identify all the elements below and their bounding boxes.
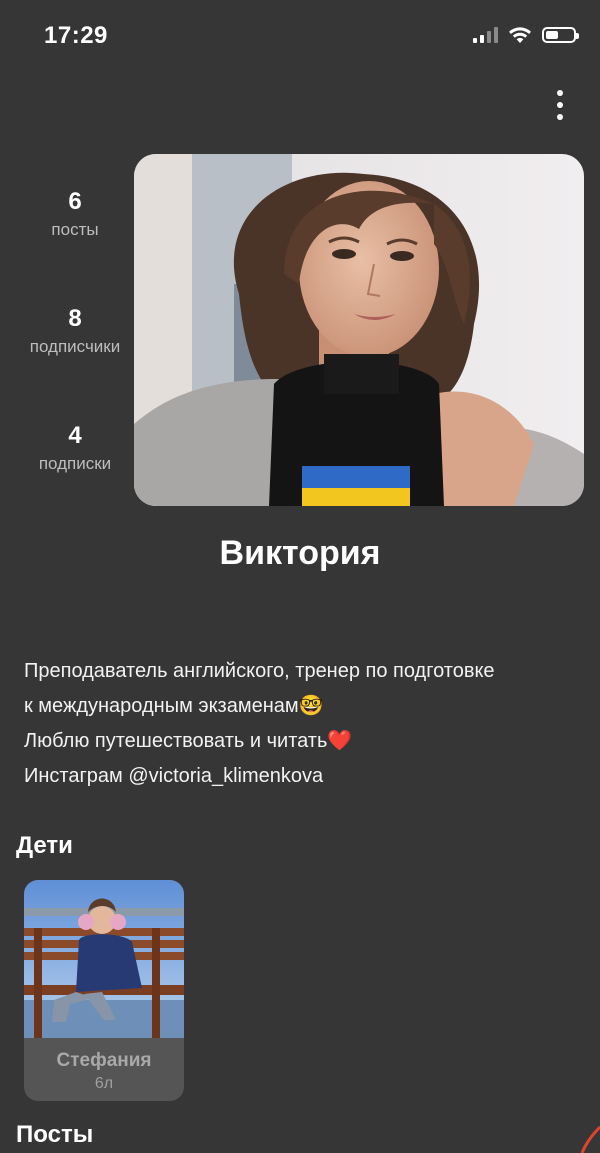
- wifi-icon: [509, 27, 531, 43]
- profile-bio: Преподаватель английского, тренер по под…: [24, 654, 584, 794]
- followers-label: подписчики: [29, 337, 121, 356]
- child-card[interactable]: Стефания 6л: [24, 880, 184, 1101]
- battery-icon: [542, 27, 579, 43]
- cellular-signal-icon: [473, 27, 498, 43]
- posts-count: 6: [68, 188, 82, 215]
- bio-line: Люблю путешествовать и читать❤️: [24, 730, 353, 752]
- stat-posts[interactable]: 6 посты: [0, 188, 150, 240]
- bio-line: к международным экзаменам🤓: [24, 695, 324, 717]
- child-name: Стефания: [56, 1050, 152, 1071]
- profile-name: Виктория: [219, 534, 381, 572]
- profile-photo[interactable]: [134, 154, 584, 506]
- bio-line: Преподаватель английского, тренер по под…: [24, 660, 495, 682]
- child-photo: [24, 880, 184, 1038]
- child-age: 6л: [94, 1075, 114, 1092]
- following-count: 4: [68, 422, 82, 449]
- stat-followers[interactable]: 8 подписчики: [0, 305, 150, 357]
- accent-curve: [580, 1125, 600, 1153]
- status-bar: 17:29: [0, 0, 600, 72]
- posts-section-title: Посты: [16, 1121, 94, 1148]
- following-label: подписки: [38, 454, 112, 473]
- status-time: 17:29: [44, 22, 108, 49]
- bio-line[interactable]: Инстаграм @victoria_klimenkova: [24, 759, 584, 794]
- status-icons: [473, 26, 579, 44]
- children-section-title: Дети: [16, 832, 73, 859]
- more-vertical-icon: [557, 90, 563, 96]
- stat-following[interactable]: 4 подписки: [0, 422, 150, 474]
- more-options-button[interactable]: [550, 90, 570, 120]
- posts-label: посты: [51, 220, 99, 239]
- followers-count: 8: [68, 305, 82, 332]
